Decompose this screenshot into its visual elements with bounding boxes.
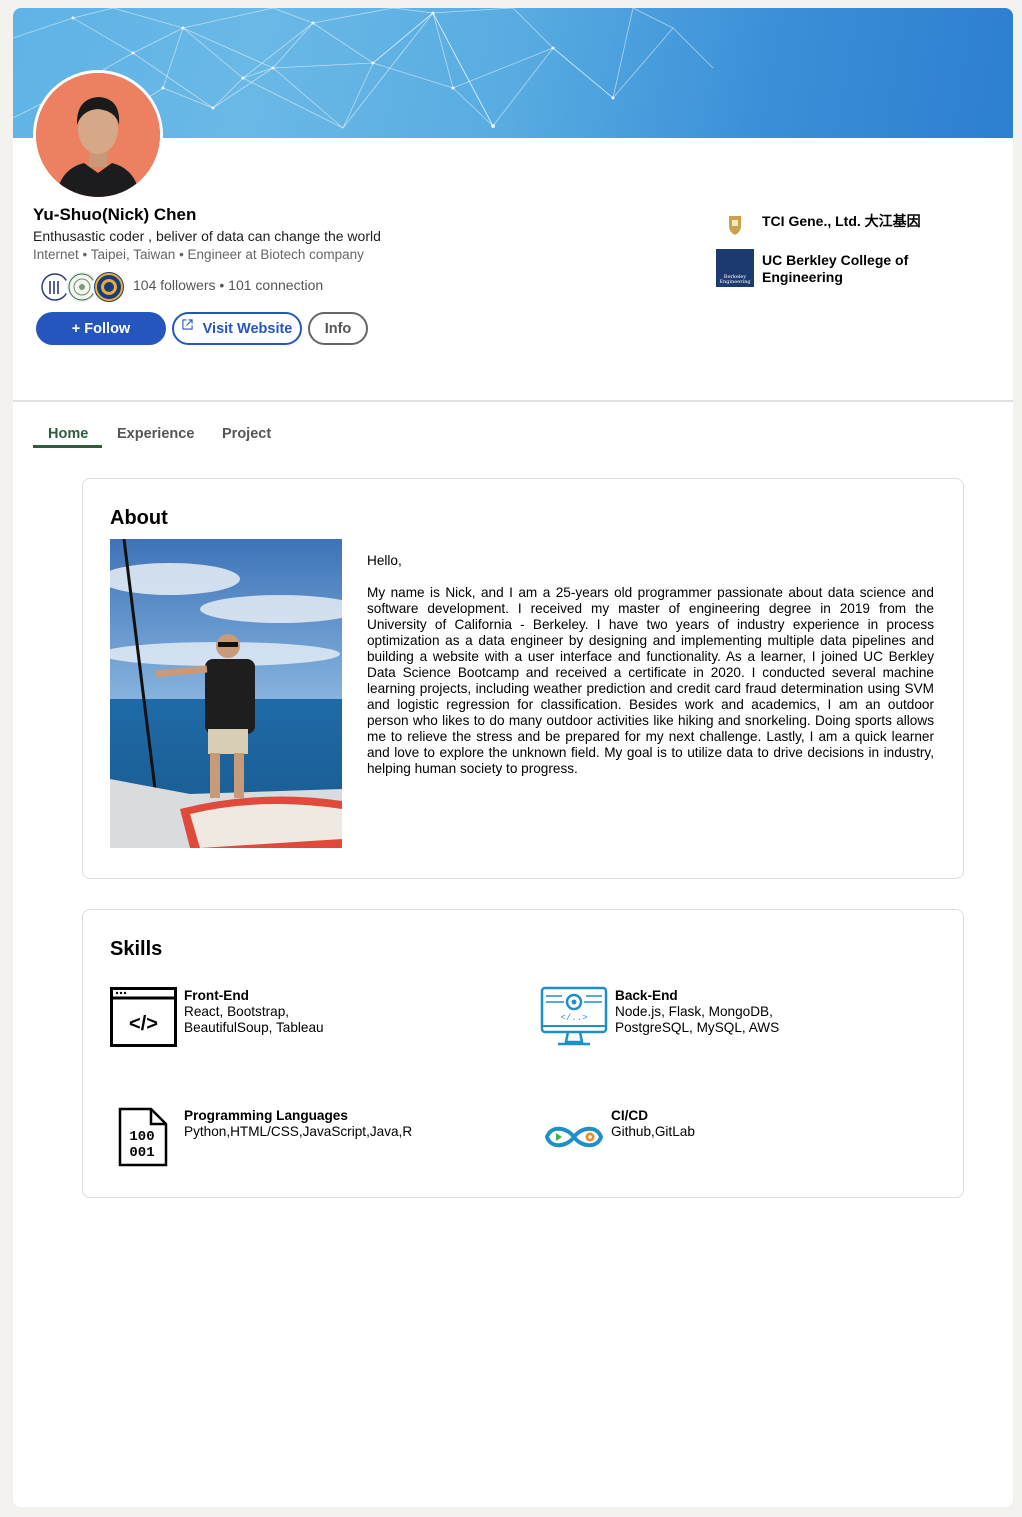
skill-title: Back-End [615, 988, 678, 1003]
berkeley-logo-icon[interactable]: Berkeley Engineering [716, 249, 754, 287]
profile-banner [13, 8, 1013, 138]
tab-experience[interactable]: Experience [117, 426, 194, 442]
skill-detail: Python,HTML/CSS,JavaScript,Java,R [184, 1124, 413, 1139]
company-tci[interactable]: TCI Gene., Ltd. 大江基因 [762, 213, 921, 230]
about-body: My name is Nick, and I am a 25-years old… [367, 585, 934, 776]
binary-file-icon: 100 001 [118, 1107, 168, 1172]
binary-line-1: 100 [129, 1129, 154, 1145]
info-button[interactable]: Info [308, 312, 368, 345]
about-text: Hello, My name is Nick, and I am a 25-ye… [367, 553, 934, 793]
about-panel: About Hello, My name is Nick, and I am a… [82, 478, 964, 879]
skill-title: Programming Languages [184, 1108, 348, 1123]
binary-line-2: 001 [129, 1145, 154, 1161]
skills-title: Skills [110, 938, 163, 960]
follower-stats[interactable]: 104 followers • 101 connection [133, 277, 323, 293]
profile-card: Yu-Shuo(Nick) Chen Enthusastic coder , b… [13, 8, 1013, 1507]
profile-name: Yu-Shuo(Nick) Chen [33, 205, 197, 224]
tci-crest-icon[interactable] [727, 214, 743, 241]
visit-website-button[interactable]: Visit Website [172, 312, 302, 345]
skill-back-end: Back-End Node.js, Flask, MongoDB, Postgr… [615, 988, 779, 1036]
backend-code-glyph: </..> [560, 1013, 587, 1023]
skill-detail: Github,GitLab [611, 1124, 695, 1139]
about-title: About [110, 507, 168, 529]
skill-detail: Node.js, Flask, MongoDB, [615, 1004, 773, 1019]
code-glyph: </> [129, 1013, 158, 1035]
tab-project[interactable]: Project [222, 426, 271, 442]
profile-avatar[interactable] [33, 70, 163, 200]
skill-title: CI/CD [611, 1108, 649, 1123]
network-pattern [13, 8, 714, 134]
skill-programming-languages: Programming Languages Python,HTML/CSS,Ja… [184, 1108, 412, 1140]
active-tab-indicator [33, 445, 102, 448]
company-berkeley[interactable]: UC Berkley College of Engineering [762, 252, 932, 286]
skills-panel: Skills </> Front-End React, Bootstrap, B… [82, 909, 964, 1198]
school-badges[interactable] [38, 270, 128, 304]
follow-button[interactable]: + Follow [36, 312, 166, 345]
profile-location-line: Internet • Taipei, Taiwan • Engineer at … [33, 247, 364, 262]
about-greeting: Hello, [367, 553, 402, 568]
external-link-icon [182, 319, 193, 330]
skill-detail: React, Bootstrap, [184, 1004, 290, 1019]
skill-ci-cd: CI/CD Github,GitLab [611, 1108, 695, 1140]
header-divider [13, 400, 1013, 402]
avatar-photo [36, 73, 160, 197]
visit-website-label: Visit Website [202, 320, 293, 337]
tab-home[interactable]: Home [48, 426, 88, 442]
skill-front-end: Front-End React, Bootstrap, BeautifulSou… [184, 988, 324, 1036]
profile-headline: Enthusastic coder , beliver of data can … [33, 228, 381, 244]
skill-detail: BeautifulSoup, Tableau [184, 1020, 324, 1035]
uc-seal-icon [92, 270, 126, 304]
about-photo [110, 539, 342, 848]
infinity-pipeline-icon [543, 1123, 605, 1156]
berkeley-logo-text: Berkeley Engineering [719, 274, 751, 285]
skill-title: Front-End [184, 988, 249, 1003]
server-monitor-icon: </..> [540, 986, 608, 1053]
skill-detail: PostgreSQL, MySQL, AWS [615, 1020, 780, 1035]
code-window-icon: </> [110, 987, 177, 1052]
